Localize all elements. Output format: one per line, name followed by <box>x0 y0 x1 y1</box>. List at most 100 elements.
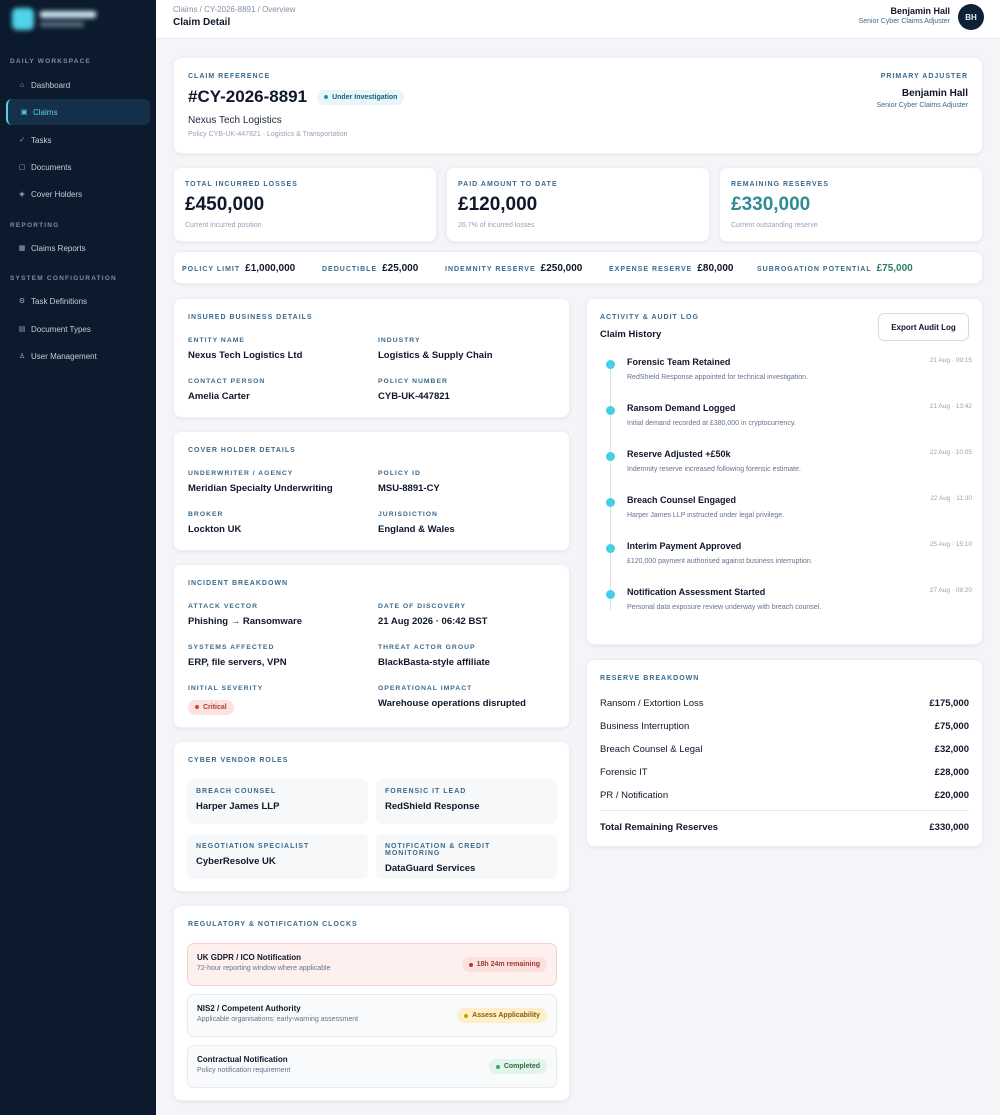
divider <box>600 810 969 811</box>
page-title: Claim Detail <box>173 17 231 28</box>
sidebar-item-cover-holders[interactable]: ◈ Cover Holders <box>6 181 150 207</box>
user-name: Benjamin Hall <box>890 6 950 16</box>
field-broker: BROKER Lockton UK <box>188 511 242 535</box>
sidebar-item-tasks[interactable]: ✓ Tasks <box>6 127 150 153</box>
timeline-item[interactable]: Ransom Demand Logged Initial demand recor… <box>606 403 972 439</box>
sidebar-item-label: Dashboard <box>31 80 71 90</box>
reserve-breakdown-card: RESERVE BREAKDOWN Ransom / Extortion Los… <box>586 659 983 847</box>
clock-status-badge: 18h 24m remaining <box>461 957 547 972</box>
activity-title: Claim History <box>600 329 662 340</box>
clock-uk-gdpr[interactable]: UK GDPR / ICO Notification 72-hour repor… <box>187 943 557 986</box>
stat-sub: Current outstanding reserve <box>731 222 818 229</box>
vendor-negotiation-specialist: NEGOTIATION SPECIALIST CyberResolve UK <box>187 834 368 879</box>
claims-icon: ▣ <box>20 109 28 116</box>
stat-label: REMAINING RESERVES <box>731 181 829 188</box>
stat-sub: 26.7% of incurred losses <box>458 222 535 229</box>
timeline-dot-icon <box>606 406 615 415</box>
insured-business-card: INSURED BUSINESS DETAILS ENTITY NAME Nexu… <box>173 298 570 418</box>
stat-card-total-incurred: TOTAL INCURRED LOSSES £450,000 Current i… <box>173 167 437 242</box>
timeline-dot-icon <box>606 498 615 507</box>
vendor-breach-counsel: BREACH COUNSEL Harper James LLP <box>187 779 368 824</box>
sidebar-item-claims-reports[interactable]: ▦ Claims Reports <box>6 235 150 261</box>
reserve-row: Forensic IT £28,000 <box>600 767 969 778</box>
primary-adjuster-label: PRIMARY ADJUSTER <box>880 73 968 80</box>
section-title: RESERVE BREAKDOWN <box>600 675 700 682</box>
sidebar-item-documents[interactable]: ▢ Documents <box>6 154 150 180</box>
field-industry: INDUSTRY Logistics & Supply Chain <box>378 337 493 361</box>
clock-status-badge: Completed <box>488 1059 547 1074</box>
policy-limits-bar: POLICY LIMIT £1,000,000 DEDUCTIBLE £25,000… <box>173 251 983 284</box>
stat-card-paid-to-date: PAID AMOUNT TO DATE £120,000 26.7% of in… <box>446 167 710 242</box>
adjuster-name: Benjamin Hall <box>901 88 968 99</box>
vendor-roles-card: CYBER VENDOR ROLES BREACH COUNSEL Harper … <box>173 741 570 892</box>
company-name: Nexus Tech Logistics <box>188 115 282 126</box>
avatar[interactable]: BH <box>958 4 984 30</box>
field-initial-severity: INITIAL SEVERITY Critical <box>188 685 263 715</box>
timeline-item[interactable]: Breach Counsel Engaged Harper James LLP i… <box>606 495 972 531</box>
topbar: Claims / CY-2026-8891 / Overview Claim D… <box>156 0 1000 39</box>
incident-breakdown-card: INCIDENT BREAKDOWN ATTACK VECTOR Phishing… <box>173 564 570 728</box>
timeline-item[interactable]: Interim Payment Approved £120,000 payment… <box>606 541 972 577</box>
severity-badge: Critical <box>188 699 234 715</box>
timeline-dot-icon <box>606 590 615 599</box>
clock-nis2[interactable]: NIS2 / Competent Authority Applicable or… <box>187 994 557 1037</box>
vendor-notification-monitoring: NOTIFICATION & CREDIT MONITORING DataGuar… <box>376 834 557 879</box>
check-icon: ✓ <box>19 137 25 144</box>
report-icon: ▦ <box>18 245 26 252</box>
claim-reference: #CY-2026-8891 <box>188 87 308 106</box>
timeline-item[interactable]: Forensic Team Retained RedShield Response… <box>606 357 972 393</box>
app-logo[interactable] <box>12 8 96 30</box>
user-icon: ♙ <box>18 353 26 360</box>
sidebar-item-user-management[interactable]: ♙ User Management <box>6 343 150 369</box>
field-attack-vector: ATTACK VECTOR Phishing → Ransomware <box>188 603 303 627</box>
stat-sub: Current incurred position <box>185 222 262 229</box>
field-underwriter: UNDERWRITER / AGENCY Meridian Specialty U… <box>188 470 333 494</box>
clock-status-badge: Assess Applicability <box>457 1008 547 1023</box>
sidebar-item-task-definitions[interactable]: ⚙ Task Definitions <box>6 288 150 314</box>
nav-section-system-configuration: SYSTEM CONFIGURATION <box>10 275 117 282</box>
user-role: Senior Cyber Claims Adjuster <box>858 18 950 25</box>
gear-icon: ⚙ <box>18 298 26 305</box>
stack-icon: ▤ <box>18 326 26 333</box>
timeline-item[interactable]: Notification Assessment Started Personal … <box>606 587 972 623</box>
sidebar-item-dashboard[interactable]: ⌂ Dashboard <box>6 72 150 98</box>
timeline-dot-icon <box>606 452 615 461</box>
sidebar-item-label: Task Definitions <box>31 296 88 306</box>
diamond-icon: ◈ <box>19 191 25 198</box>
sidebar-item-label: Claims Reports <box>31 243 86 253</box>
limit-indemnity-reserve: INDEMNITY RESERVE £250,000 <box>445 263 583 274</box>
reserve-row: PR / Notification £20,000 <box>600 790 969 801</box>
export-audit-log-button[interactable]: Export Audit Log <box>878 313 969 341</box>
timeline-dot-icon <box>606 544 615 553</box>
section-title: INCIDENT BREAKDOWN <box>188 580 289 587</box>
claim-reference-label: CLAIM REFERENCE <box>188 73 271 80</box>
claim-summary-card: CLAIM REFERENCE #CY-2026-8891 Under Inve… <box>173 57 983 154</box>
stat-label: PAID AMOUNT TO DATE <box>458 181 558 188</box>
vendor-forensic-it-lead: FORENSIC IT LEAD RedShield Response <box>376 779 557 824</box>
field-systems-affected: SYSTEMS AFFECTED ERP, file servers, VPN <box>188 644 287 668</box>
logo-mark-icon <box>12 8 34 30</box>
section-title: INSURED BUSINESS DETAILS <box>188 314 313 321</box>
sidebar-item-label: Cover Holders <box>31 189 83 199</box>
limit-deductible: DEDUCTIBLE £25,000 <box>322 263 419 274</box>
section-title: COVER HOLDER DETAILS <box>188 447 296 454</box>
breadcrumb[interactable]: Claims / CY-2026-8891 / Overview <box>173 5 295 14</box>
user-info: Benjamin Hall Senior Cyber Claims Adjust… <box>859 6 950 25</box>
field-threat-actor: THREAT ACTOR GROUP BlackBasta-style affil… <box>378 644 490 668</box>
clock-contractual[interactable]: Contractual Notification Policy notifica… <box>187 1045 557 1088</box>
sidebar-item-document-types[interactable]: ▤ Document Types <box>6 316 150 342</box>
section-title: REGULATORY & NOTIFICATION CLOCKS <box>188 921 358 928</box>
stat-value: £330,000 <box>731 194 811 215</box>
reserve-row: Business Interruption £75,000 <box>600 721 969 732</box>
field-date-of-discovery: DATE OF DISCOVERY 21 Aug 2026 · 06:42 BST <box>378 603 488 627</box>
sidebar-item-label: Document Types <box>31 324 91 334</box>
status-badge: Under Investigation <box>317 89 405 105</box>
limit-subrogation-potential: SUBROGATION POTENTIAL £75,000 <box>757 263 913 274</box>
sidebar: DAILY WORKSPACE ⌂ Dashboard ▣ Claims ✓ Task… <box>0 0 156 1115</box>
regulatory-clocks-card: REGULATORY & NOTIFICATION CLOCKS UK GDPR… <box>173 905 570 1101</box>
timeline-item[interactable]: Reserve Adjusted +£50k Indemnity reserve … <box>606 449 972 485</box>
document-icon: ▢ <box>18 164 26 171</box>
section-title: CYBER VENDOR ROLES <box>188 757 289 764</box>
adjuster-role: Senior Cyber Claims Adjuster <box>876 102 968 109</box>
sidebar-item-claims[interactable]: ▣ Claims <box>6 99 150 125</box>
